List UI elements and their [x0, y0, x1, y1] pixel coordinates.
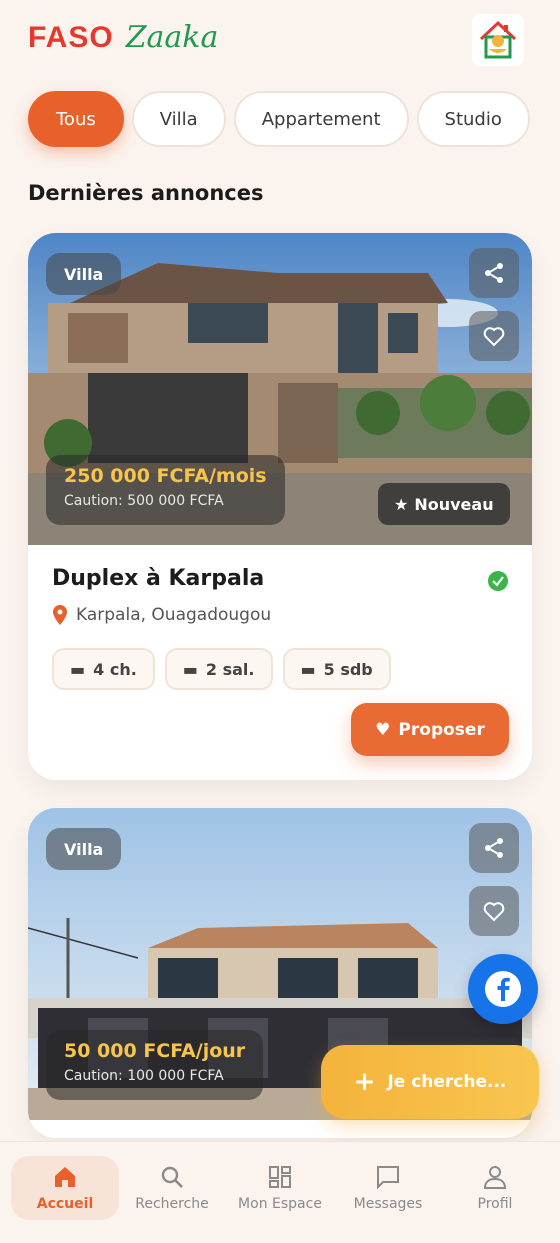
listing-photo[interactable]: Villa 250 000 FCFA/mois Caution: 500 000… [28, 233, 532, 545]
feature-bedrooms-label: 4 ch. [93, 659, 137, 679]
sofa-icon: ▬ [182, 659, 198, 679]
share-icon [485, 263, 503, 283]
facebook-button[interactable] [468, 954, 538, 1024]
listing-location: Karpala, Ouagadougou [52, 605, 271, 625]
star-icon: ★ [394, 494, 409, 514]
dashboard-icon [269, 1166, 291, 1188]
nav-profil[interactable]: Profil [441, 1156, 549, 1220]
location-text: Karpala, Ouagadougou [76, 605, 272, 625]
listing-title: Duplex à Karpala [52, 566, 265, 591]
share-icon [485, 838, 503, 858]
home-icon [55, 1167, 75, 1187]
price-label: 50 000 FCFA/jour [64, 1040, 246, 1062]
caution-label: Caution: 100 000 FCFA [64, 1068, 224, 1084]
listing-card[interactable]: Villa 250 000 FCFA/mois Caution: 500 000… [28, 233, 532, 780]
bath-icon: ▬ [300, 659, 316, 679]
feature-bathrooms: ▬ 5 sdb [282, 648, 391, 690]
feature-bathrooms-label: 5 sdb [323, 659, 373, 679]
price-box: 250 000 FCFA/mois Caution: 500 000 FCFA [46, 455, 285, 525]
brand-logo: FASO Zaaka [28, 20, 218, 55]
search-icon [161, 1166, 183, 1188]
propose-button[interactable]: ♥ Proposer [351, 703, 509, 756]
facebook-icon [485, 971, 521, 1007]
app-header: FASO Zaaka [0, 0, 560, 80]
share-button[interactable] [469, 248, 519, 298]
property-type-badge: Villa [46, 253, 122, 295]
bed-icon: ▬ [70, 659, 86, 679]
location-pin-icon [53, 605, 67, 625]
new-badge-label: Nouveau [414, 494, 494, 514]
caution-label: Caution: 500 000 FCFA [64, 493, 224, 509]
nav-messages[interactable]: Messages [334, 1156, 442, 1220]
nav-mon-espace[interactable]: Mon Espace [226, 1156, 334, 1220]
favorite-button[interactable] [469, 886, 519, 936]
chip-villa[interactable]: Villa [131, 91, 226, 147]
house-logo-icon[interactable] [472, 14, 524, 66]
feature-livingrooms-label: 2 sal. [205, 659, 255, 679]
nav-accueil-label: Accueil [36, 1196, 94, 1212]
filter-chips: Tous Villa Appartement Studio [28, 91, 530, 147]
feature-list: ▬ 4 ch. ▬ 2 sal. ▬ 5 sdb [52, 648, 391, 690]
handshake-icon: ♥ [375, 719, 391, 740]
nav-recherche[interactable]: Recherche [118, 1156, 226, 1220]
chip-studio[interactable]: Studio [416, 91, 530, 147]
bottom-nav: Accueil Recherche Mon Espace Messages Pr… [0, 1141, 560, 1243]
property-type-badge: Villa [46, 828, 122, 870]
favorite-button[interactable] [469, 311, 519, 361]
feature-bedrooms: ▬ 4 ch. [52, 648, 155, 690]
propose-label: Proposer [398, 719, 485, 740]
nav-recherche-label: Recherche [135, 1196, 209, 1212]
feature-livingrooms: ▬ 2 sal. [164, 648, 273, 690]
message-icon [377, 1166, 399, 1190]
chip-tous[interactable]: Tous [28, 91, 124, 147]
nav-messages-label: Messages [353, 1196, 423, 1212]
nav-accueil[interactable]: Accueil [11, 1156, 119, 1220]
je-cherche-label: Je cherche... [387, 1072, 507, 1092]
price-label: 250 000 FCFA/mois [64, 465, 267, 487]
nav-mon-espace-label: Mon Espace [238, 1196, 322, 1212]
nav-profil-label: Profil [477, 1196, 513, 1212]
price-box: 50 000 FCFA/jour Caution: 100 000 FCFA [46, 1030, 264, 1100]
share-button[interactable] [469, 823, 519, 873]
je-cherche-button[interactable]: + Je cherche... [321, 1045, 539, 1119]
heart-icon [483, 902, 505, 922]
brand-part1: FASO [28, 21, 114, 54]
brand-part2: Zaaka [125, 20, 219, 55]
heart-icon [483, 327, 505, 347]
section-title: Dernières annonces [28, 181, 264, 205]
chip-appartement[interactable]: Appartement [233, 91, 409, 147]
plus-icon: + [353, 1067, 376, 1097]
verified-icon [487, 570, 509, 596]
user-icon [483, 1166, 507, 1189]
new-badge: ★ Nouveau [378, 483, 510, 525]
